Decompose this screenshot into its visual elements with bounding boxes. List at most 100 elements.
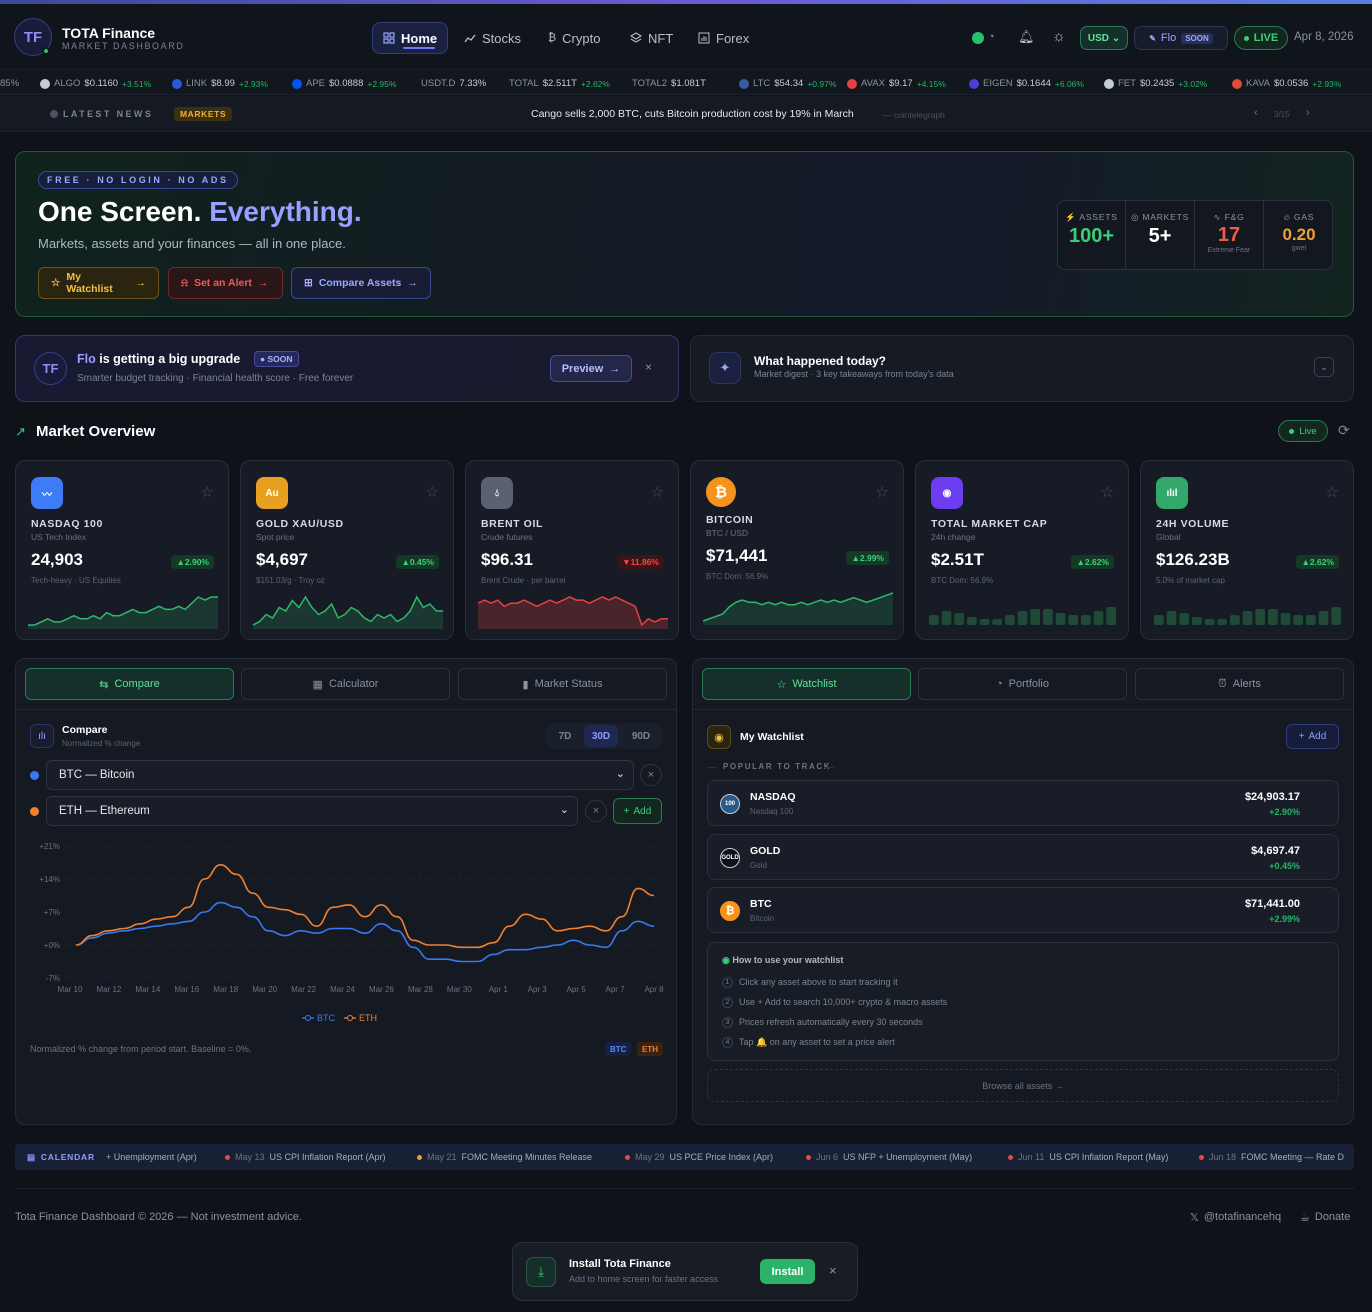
market-card[interactable]: ılıl ☆ 24H VOLUME Global $126.23B ▲ 2.62% 5.0% …: [1140, 460, 1354, 640]
ticker-item[interactable]: KAVA $0.0536 +2.93%: [1232, 78, 1341, 89]
palette-icon[interactable]: ◔: [988, 31, 995, 43]
add-asset-button[interactable]: + Add: [613, 798, 662, 824]
nav-forex[interactable]: Forex: [688, 22, 759, 54]
ticker-item[interactable]: USDT.D 7.33%: [421, 78, 490, 89]
daily-digest[interactable]: ✦ What happened today? Market digest · 3…: [690, 335, 1354, 402]
set-alert-label: Set an Alert: [193, 277, 252, 289]
nav-stocks[interactable]: Stocks: [454, 22, 531, 54]
calendar-event[interactable]: Jun 18 FOMC Meeting — Rate D: [1199, 1152, 1344, 1162]
ticker-item[interactable]: LTC $54.34 +0.97%: [739, 78, 836, 89]
asset1-select[interactable]: BTC — Bitcoin ⌄: [46, 760, 634, 790]
watchlist-name: BTC: [750, 898, 772, 910]
watchlist-row[interactable]: GOLD GOLD Gold $4,697.47 +0.45%: [707, 834, 1339, 880]
event-date: May 21: [427, 1152, 457, 1162]
market-card[interactable]: Au ☆ GOLD XAU/USD Spot price $4,697 ▲ 0.45% $15…: [240, 460, 454, 640]
online-dot: [42, 47, 50, 55]
my-watchlist-button[interactable]: ☆ My Watchlist →: [38, 267, 159, 299]
chevron-down-icon[interactable]: ⌄: [1314, 357, 1334, 377]
plus-icon: +: [623, 805, 630, 817]
nav-crypto[interactable]: ₿ Crypto: [538, 22, 610, 54]
currency-select[interactable]: USD ⌄: [1080, 26, 1128, 50]
market-card[interactable]: ◉ ☆ TOTAL MARKET CAP 24h change $2.51T ▲ 2.62%…: [915, 460, 1129, 640]
ticker-item[interactable]: TOTAL2 $1.081T: [632, 78, 710, 89]
flo-button[interactable]: ✎ Flo SOON: [1134, 26, 1228, 50]
ticker-item[interactable]: TOTAL $2.511T +2.62%: [509, 78, 610, 89]
tab-watchlist[interactable]: ☆ Watchlist: [702, 668, 911, 700]
preview-button[interactable]: Preview →: [550, 355, 632, 382]
range-30d[interactable]: 30D: [584, 725, 618, 747]
ticker-item[interactable]: FET $0.2435 +3.02%: [1104, 78, 1207, 89]
news-headline[interactable]: Cango sells 2,000 BTC, cuts Bitcoin prod…: [531, 108, 854, 120]
ticker-item[interactable]: APE $0.0888 +2.95%: [292, 78, 396, 89]
market-name: GOLD XAU/USD: [256, 518, 344, 530]
news-next-icon[interactable]: ›: [1306, 107, 1310, 119]
chart-icon: ılı: [30, 724, 54, 748]
star-icon[interactable]: ☆: [1101, 483, 1114, 501]
calendar-event[interactable]: Jun 11 US CPI Inflation Report (May): [1008, 1152, 1168, 1162]
footer-divider: [15, 1188, 1354, 1189]
market-card[interactable]: 〰 ☆ NASDAQ 100 US Tech Index 24,903 ▲ 2.90% Tec…: [15, 460, 229, 640]
ticker-item[interactable]: EIGEN $0.1644 +6.06%: [969, 78, 1084, 89]
donate-link[interactable]: ☕︎ Donate: [1300, 1211, 1350, 1224]
calendar-event[interactable]: May 29 US PCE Price Index (Apr): [625, 1152, 773, 1162]
news-source: — cointelegraph: [883, 110, 945, 120]
eth-tag: ETH: [637, 1042, 663, 1056]
compare-assets-button[interactable]: ⊞ Compare Assets →: [291, 267, 431, 299]
howto-list: 1 Click any asset above to start tracking…: [722, 972, 947, 1052]
ticker-item[interactable]: LINK $8.99 +2.93%: [172, 78, 268, 89]
sun-icon[interactable]: ☼: [1052, 28, 1066, 45]
close-icon[interactable]: ×: [829, 1263, 837, 1278]
sparkline: [1154, 607, 1341, 625]
flo-name: Flo: [77, 352, 96, 366]
watchlist-row[interactable]: ₿ BTC Bitcoin $71,441.00 +2.99%: [707, 887, 1339, 933]
tab-compare[interactable]: ⇆ Compare: [25, 668, 234, 700]
install-button[interactable]: Install: [760, 1259, 815, 1284]
twitter-link[interactable]: 𝕏 @totafinancehq: [1190, 1211, 1281, 1224]
watchlist-add-button[interactable]: + Add: [1286, 724, 1339, 749]
nav-nft[interactable]: NFT: [620, 22, 683, 54]
bell-icon[interactable]: 🔔︎: [1018, 29, 1035, 45]
ticker-item[interactable]: ALGO $0.1160 +3.51%: [40, 78, 151, 89]
volume-bar: [1268, 609, 1278, 625]
star-icon[interactable]: ☆: [1326, 483, 1339, 501]
btc-color-dot: [30, 771, 39, 780]
watchlist-title: My Watchlist: [740, 731, 804, 743]
legend-label: ETH: [359, 1013, 377, 1023]
donate-label: Donate: [1314, 1211, 1351, 1223]
triangle-down-icon: ▼: [622, 557, 631, 567]
star-icon[interactable]: ☆: [426, 483, 439, 501]
y-tick-label: +0%: [44, 941, 60, 950]
watchlist-row[interactable]: 100 NASDAQ Nasdaq 100 $24,903.17 +2.90%: [707, 780, 1339, 826]
triangle-up-icon: ▲: [851, 553, 860, 563]
news-prev-icon[interactable]: ‹: [1254, 107, 1258, 119]
nav-home[interactable]: Home: [372, 22, 449, 54]
range-90d[interactable]: 90D: [624, 725, 658, 747]
set-alert-button[interactable]: ⍾ Set an Alert →: [168, 267, 283, 299]
browse-all-button[interactable]: Browse all assets →: [707, 1069, 1339, 1102]
refresh-icon[interactable]: ⟳: [1338, 422, 1350, 439]
news-category-badge: MARKETS: [174, 107, 233, 121]
close-icon[interactable]: ×: [645, 360, 652, 374]
tab-alerts[interactable]: ⏰︎ Alerts: [1135, 668, 1344, 700]
market-card[interactable]: 💧︎ ☆ BRENT OIL Crude futures $96.31 ▼ 11.86% Br…: [465, 460, 679, 640]
x-tick-label: Mar 24: [330, 985, 355, 994]
ticker-item[interactable]: AVAX $9.17 +4.15%: [847, 78, 946, 89]
calendar-event[interactable]: May 13 US CPI Inflation Report (Apr): [225, 1152, 386, 1162]
range-7d[interactable]: 7D: [548, 725, 582, 747]
star-icon[interactable]: ☆: [201, 483, 214, 501]
market-card[interactable]: ₿ ☆ BITCOIN BTC / USD $71,441 ▲ 2.99% BTC Dom: …: [690, 460, 904, 640]
asset2-select[interactable]: ETH — Ethereum ⌄: [46, 796, 578, 826]
calendar-event[interactable]: + Unemployment (Apr): [106, 1152, 197, 1162]
ticker-item[interactable]: 85%: [0, 78, 27, 89]
market-change: ▲ 2.99%: [846, 551, 889, 565]
tab-market-status[interactable]: ▮ Market Status: [458, 668, 667, 700]
tab-calculator[interactable]: ▦ Calculator: [241, 668, 450, 700]
tab-portfolio[interactable]: ◔ Portfolio: [918, 668, 1127, 700]
remove-asset1-button[interactable]: ×: [640, 764, 662, 786]
coin-icon: [40, 78, 50, 89]
calendar-event[interactable]: Jun 6 US NFP + Unemployment (May): [806, 1152, 972, 1162]
star-icon[interactable]: ☆: [651, 483, 664, 501]
star-icon[interactable]: ☆: [876, 483, 889, 501]
remove-asset2-button[interactable]: ×: [585, 800, 607, 822]
calendar-event[interactable]: May 21 FOMC Meeting Minutes Release: [417, 1152, 592, 1162]
